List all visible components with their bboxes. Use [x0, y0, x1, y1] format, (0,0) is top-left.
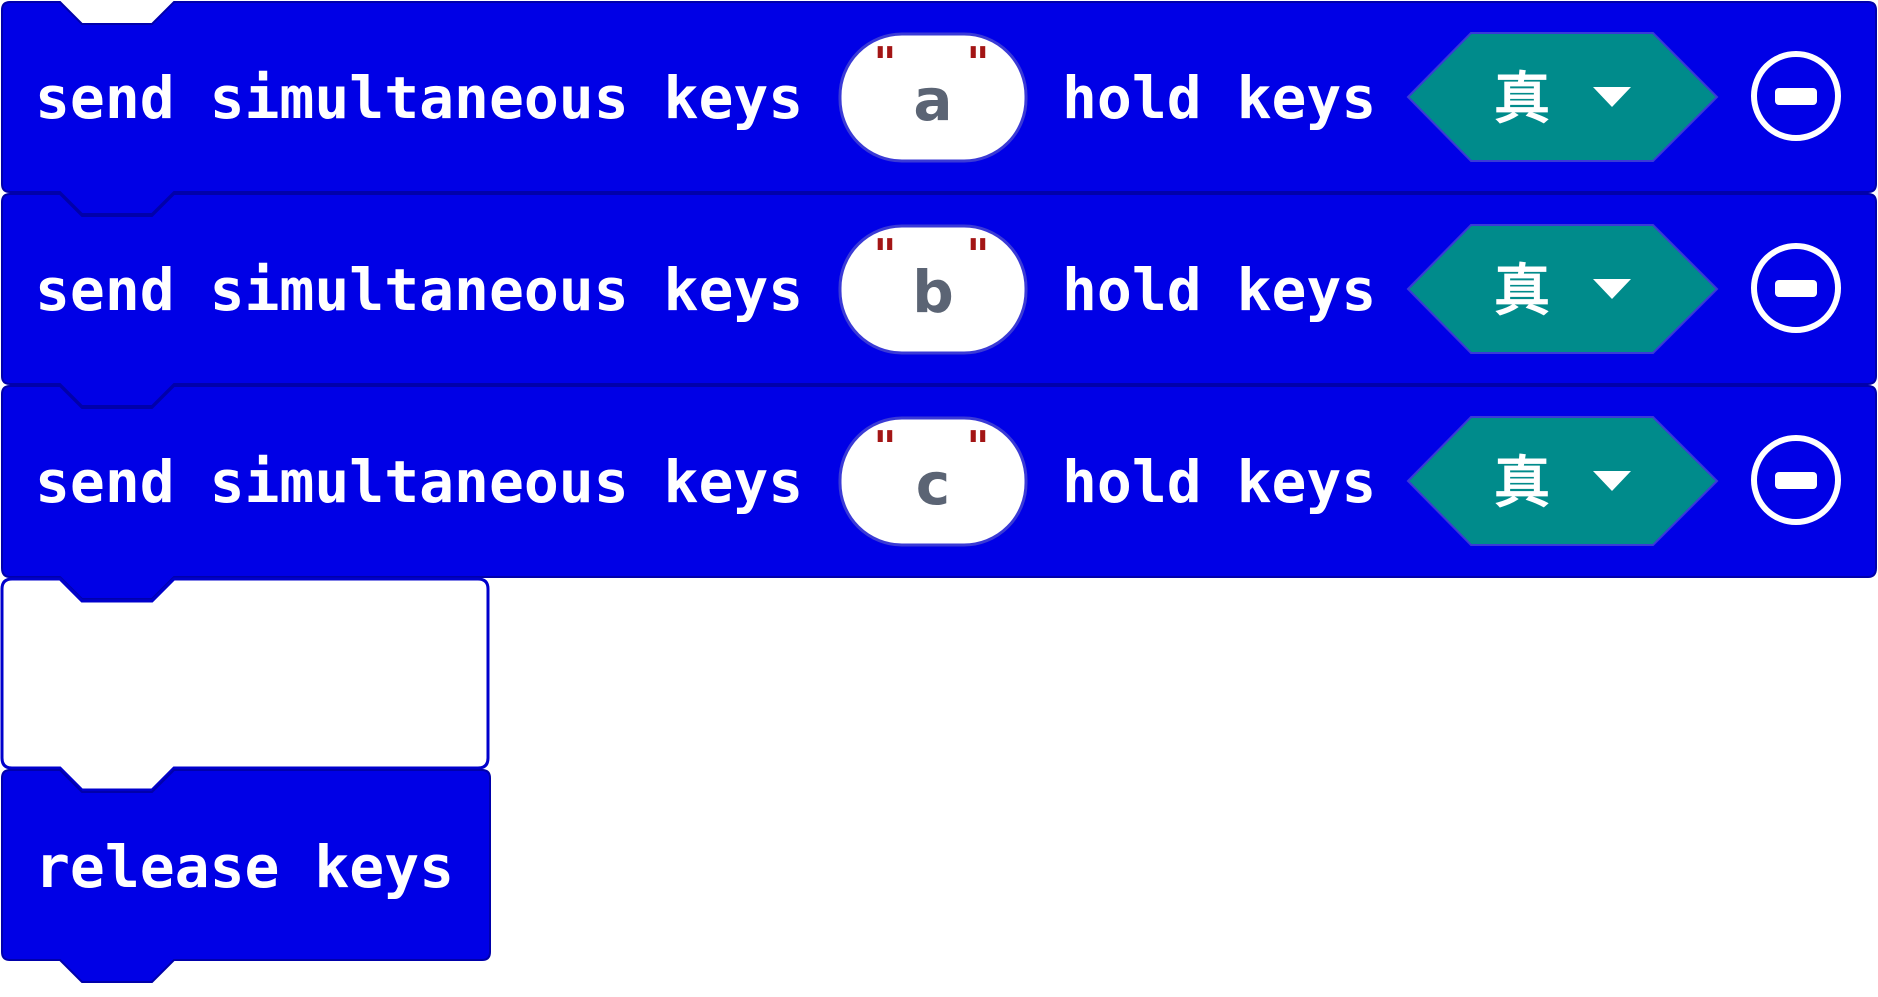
- hold-keys-label: hold keys: [1062, 64, 1376, 132]
- hold-keys-label: hold keys: [1062, 448, 1376, 516]
- release-keys-block[interactable]: release keys: [1, 769, 491, 983]
- hold-keys-dropdown[interactable]: 真: [1406, 416, 1719, 546]
- close-quote: ": [967, 230, 990, 281]
- send-keys-block-3[interactable]: send simultaneous keys " c " hold keys 真: [1, 385, 1877, 600]
- hold-keys-label: hold keys: [1062, 256, 1376, 324]
- send-keys-block-1[interactable]: send simultaneous keys " a " hold keys 真: [1, 1, 1877, 215]
- key-value: a: [913, 66, 952, 134]
- hold-keys-dropdown[interactable]: 真: [1406, 224, 1719, 354]
- block-label: send simultaneous keys: [35, 64, 803, 132]
- block-label: send simultaneous keys: [35, 256, 803, 324]
- hold-keys-dropdown[interactable]: 真: [1406, 32, 1719, 162]
- open-quote: ": [874, 38, 897, 89]
- key-value: b: [912, 258, 954, 326]
- key-string-input[interactable]: " c ": [838, 416, 1028, 547]
- dropdown-value: 真: [1494, 451, 1550, 516]
- open-quote: ": [874, 230, 897, 281]
- dropdown-value: 真: [1494, 67, 1550, 132]
- block-label: send simultaneous keys: [35, 448, 803, 516]
- key-string-input[interactable]: " b ": [838, 224, 1028, 355]
- blocks-canvas: send simultaneous keys " a " hold keys 真…: [0, 1, 1877, 983]
- key-string-input[interactable]: " a ": [838, 32, 1028, 163]
- key-value: c: [916, 450, 950, 518]
- close-quote: ": [967, 422, 990, 473]
- send-keys-block-2[interactable]: send simultaneous keys " b " hold keys 真: [1, 193, 1877, 407]
- blocks-workspace: send simultaneous keys " a " hold keys 真…: [0, 0, 1878, 997]
- close-quote: ": [967, 38, 990, 89]
- dropdown-value: 真: [1494, 259, 1550, 324]
- release-keys-label: release keys: [35, 833, 454, 901]
- empty-statement-slot[interactable]: [0, 577, 490, 792]
- open-quote: ": [874, 422, 897, 473]
